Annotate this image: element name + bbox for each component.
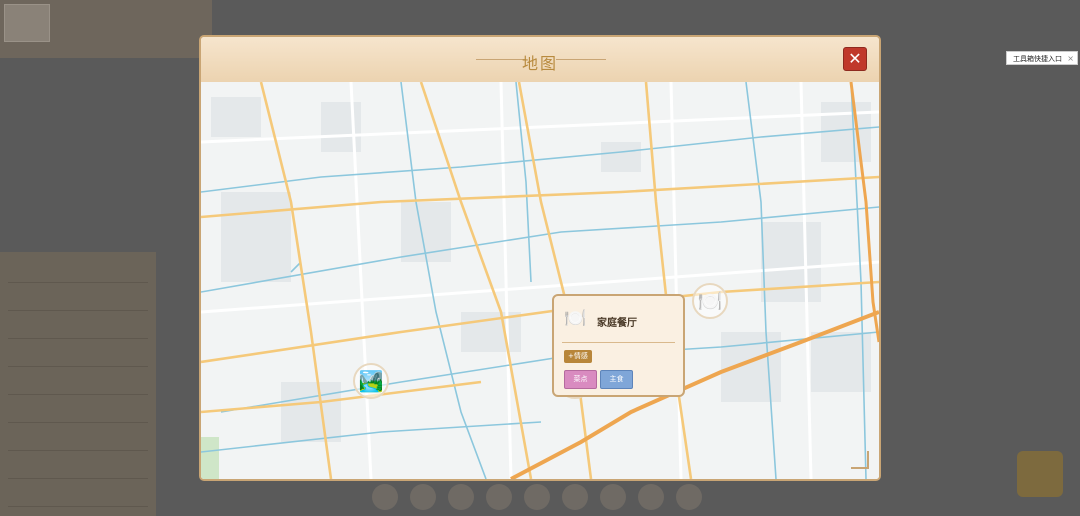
dock-button	[676, 484, 702, 510]
dock-button	[410, 484, 436, 510]
title-divider-right	[556, 59, 606, 60]
stats-row	[8, 456, 148, 479]
dock-button	[448, 484, 474, 510]
modal-header: 地图 ✕	[201, 37, 879, 83]
stats-row	[8, 260, 148, 283]
stats-row	[8, 344, 148, 367]
avatar	[4, 4, 50, 42]
side-action-button	[1017, 451, 1063, 497]
dock-button	[600, 484, 626, 510]
popup-divider	[562, 342, 675, 343]
tooltip-text: 工具箱快捷入口	[1013, 55, 1062, 63]
bottom-dock	[368, 478, 708, 516]
close-button[interactable]: ✕	[843, 47, 867, 71]
close-icon: ✕	[848, 49, 862, 68]
modal-title: 地图	[521, 54, 558, 73]
stats-row	[8, 484, 148, 507]
city-map[interactable]: 🏞️ 🏠 🍽️ 🍽️ 家庭餐厅 +情感 菜点 主食	[201, 82, 879, 479]
dock-button	[486, 484, 512, 510]
plate-utensils-icon: 🍽️	[564, 308, 587, 329]
location-name: 家庭餐厅	[597, 318, 637, 329]
plate-utensils-icon[interactable]: 🍽️	[692, 283, 728, 319]
location-popup: 🍽️ 家庭餐厅 +情感 菜点 主食	[552, 294, 685, 397]
dock-button	[372, 484, 398, 510]
staple-food-button[interactable]: 主食	[600, 370, 633, 389]
toolbox-shortcut-tooltip[interactable]: 工具箱快捷入口 ×	[1006, 51, 1078, 65]
stats-row	[8, 400, 148, 423]
dish-button[interactable]: 菜点	[564, 370, 597, 389]
map-modal: 地图 ✕ 🏞️ 🍽️ 🍽️ 家庭餐厅 +情感 菜点 主食	[199, 35, 881, 481]
stats-row	[8, 316, 148, 339]
map-corner-ornament	[851, 451, 869, 469]
dock-button	[524, 484, 550, 510]
landscape-painting-icon[interactable]: 🏞️	[353, 363, 389, 399]
stats-row	[8, 428, 148, 451]
dock-button	[638, 484, 664, 510]
tooltip-close-icon[interactable]: ×	[1067, 52, 1074, 66]
player-info-panel	[0, 0, 212, 58]
emotion-tag: +情感	[564, 350, 592, 363]
stats-row	[8, 288, 148, 311]
map-canvas	[201, 82, 879, 479]
dock-button	[562, 484, 588, 510]
stats-panel	[0, 252, 156, 516]
stats-row	[8, 372, 148, 395]
